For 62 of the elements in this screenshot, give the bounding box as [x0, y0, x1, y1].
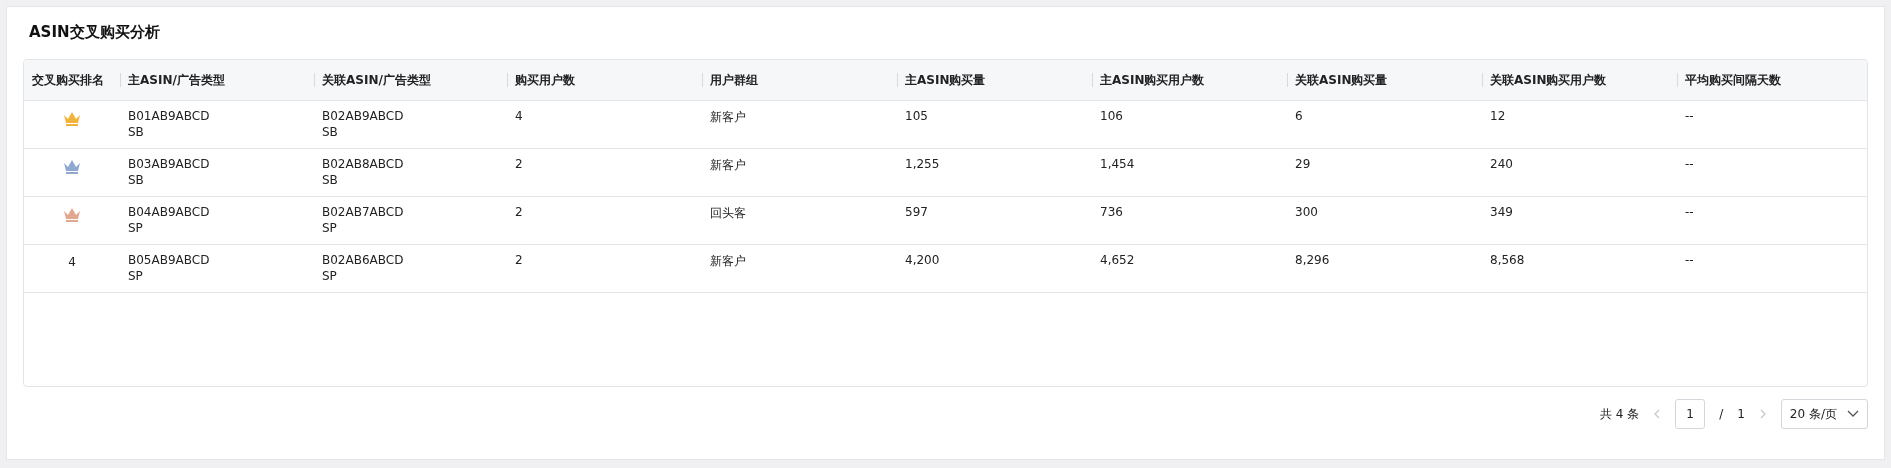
table-cell-text: 4,200 — [905, 253, 941, 267]
asin-text: B02AB9ABCD — [322, 109, 405, 123]
asin-text: B02AB6ABCD — [322, 253, 405, 267]
column-header: 关联ASIN购买用户数 — [1482, 60, 1677, 101]
table-cell-text: 349 — [1490, 205, 1514, 219]
page-input[interactable]: 1 — [1675, 399, 1706, 429]
ad-type-text: SB — [322, 125, 339, 139]
ad-type-text: SP — [128, 221, 144, 235]
table-cell-text: -- — [1685, 205, 1695, 219]
table-cell-text: 736 — [1100, 205, 1124, 219]
table-cell-text: 8,568 — [1490, 253, 1526, 267]
table-cell-text: 2 — [515, 253, 524, 267]
table-cell-text: 4,652 — [1100, 253, 1136, 267]
total-count: 共 4 条 — [1599, 405, 1640, 423]
asin-text: B01AB9ABCD — [128, 109, 211, 123]
column-header: 关联ASIN购买量 — [1287, 60, 1482, 101]
column-header: 交叉购买排名 — [24, 60, 120, 101]
column-header: 关联ASIN/广告类型 — [314, 60, 507, 101]
table-cell-text: -- — [1685, 253, 1695, 267]
table-cell-text: 4 — [515, 109, 524, 123]
column-header: 主ASIN/广告类型 — [120, 60, 314, 101]
table-cell-text: 8,296 — [1295, 253, 1331, 267]
column-header: 平均购买间隔天数 — [1677, 60, 1867, 101]
table-cell-text: 106 — [1100, 109, 1124, 123]
table-cell-text: 29 — [1295, 157, 1312, 171]
table-cell-text: 597 — [905, 205, 929, 219]
page-separator: / — [1719, 407, 1724, 421]
table-cell-text: 1,255 — [905, 157, 941, 171]
table-cell-text: 105 — [905, 109, 929, 123]
ad-type-text: SB — [322, 173, 339, 187]
table-cell-text: 新客户 — [710, 157, 747, 174]
table-cell-text: 240 — [1490, 157, 1514, 171]
panel-title: ASIN交叉购买分析 — [29, 23, 161, 42]
column-header: 购买用户数 — [507, 60, 702, 101]
column-header: 用户群组 — [702, 60, 897, 101]
table-cell-text: 12 — [1490, 109, 1507, 123]
table-cell-text: 2 — [515, 157, 524, 171]
page-size-select[interactable]: 20 条/页 — [1780, 399, 1868, 429]
rank-number: 4 — [68, 255, 76, 269]
table-cell-text: 回头客 — [710, 205, 747, 222]
page-count: 1 — [1737, 407, 1745, 421]
table-cell-text: 2 — [515, 205, 524, 219]
table-cell-text: 6 — [1295, 109, 1304, 123]
column-header: 主ASIN购买量 — [897, 60, 1092, 101]
ad-type-text: SP — [322, 269, 338, 283]
column-header: 主ASIN购买用户数 — [1092, 60, 1287, 101]
table-cell-text: 1,454 — [1100, 157, 1136, 171]
asin-text: B02AB8ABCD — [322, 157, 405, 171]
table-cell-text: 新客户 — [710, 253, 747, 270]
ad-type-text: SB — [128, 173, 145, 187]
table-cell-text: 新客户 — [710, 109, 747, 126]
table-cell-text: -- — [1685, 157, 1695, 171]
asin-text: B02AB7ABCD — [322, 205, 405, 219]
chevron-down-icon — [1847, 410, 1859, 418]
ad-type-text: SB — [128, 125, 145, 139]
table-cell-text: 300 — [1295, 205, 1319, 219]
asin-text: B04AB9ABCD — [128, 205, 211, 219]
ad-type-text: SP — [322, 221, 338, 235]
ad-type-text: SP — [128, 269, 144, 283]
asin-text: B03AB9ABCD — [128, 157, 211, 171]
asin-text: B05AB9ABCD — [128, 253, 211, 267]
table-cell-text: -- — [1685, 109, 1695, 123]
